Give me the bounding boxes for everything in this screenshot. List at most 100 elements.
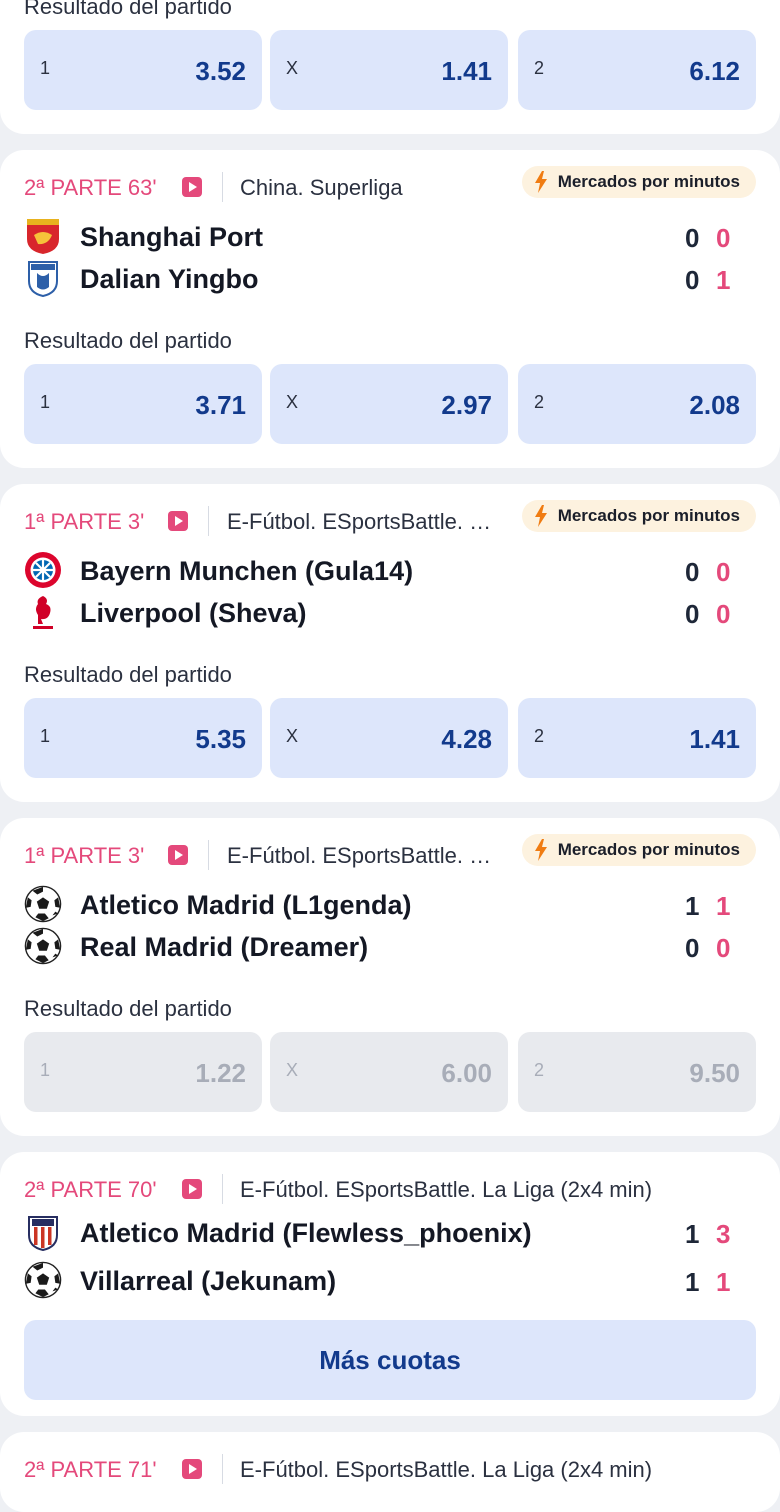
- divider: [222, 172, 223, 202]
- team-row: Atletico Madrid (L1genda) 1 1: [24, 884, 756, 924]
- odds-row: 1 3.52 X 1.41 2 6.12: [24, 30, 756, 110]
- match-period: 1ª PARTE 3': [24, 509, 145, 534]
- score-period: 1: [716, 891, 731, 921]
- odds-row: 1 3.71 X 2.97 2 2.08: [24, 364, 756, 444]
- play-live-icon[interactable]: [182, 1179, 202, 1199]
- team-row: Atletico Madrid (Flewless_phoenix) 1 3: [24, 1212, 756, 1252]
- odds-row: 1 5.35 X 4.28 2 1.41: [24, 698, 756, 778]
- team-name: Bayern Munchen (Gula14): [80, 556, 414, 586]
- odd-value: 4.28: [441, 724, 492, 754]
- score-period: 1: [716, 1267, 731, 1297]
- odd-value: 9.50: [689, 1058, 740, 1088]
- score-period: 0: [716, 599, 731, 629]
- league-name: E-Fútbol. ESportsBattle. …: [227, 843, 492, 868]
- odd-button-draw[interactable]: X 2.97: [270, 364, 508, 444]
- odd-button-draw[interactable]: X 1.41: [270, 30, 508, 110]
- bayern-crest: [25, 552, 61, 588]
- score-total: 1: [685, 1219, 700, 1249]
- odd-button-home[interactable]: 1 3.71: [24, 364, 262, 444]
- odd-label: 1: [40, 58, 51, 78]
- odd-button-home[interactable]: 1 5.35: [24, 698, 262, 778]
- league-name: China. Superliga: [240, 175, 403, 200]
- odd-button-away[interactable]: 2 6.12: [518, 30, 756, 110]
- team-name: Dalian Yingbo: [80, 264, 259, 294]
- odd-label: 2: [534, 392, 545, 412]
- market-label: Resultado del partido: [24, 662, 232, 687]
- team-name: Real Madrid (Dreamer): [80, 932, 369, 962]
- more-odds-button[interactable]: Más cuotas: [24, 1320, 756, 1400]
- lightning-icon: [534, 839, 548, 861]
- market-label: Resultado del partido: [24, 0, 232, 19]
- odd-value: 3.71: [195, 390, 246, 420]
- team-row: Villarreal (Jekunam) 1 1: [24, 1260, 756, 1300]
- team-name: Villarreal (Jekunam): [80, 1266, 337, 1296]
- soccer-ball-icon: [24, 1261, 62, 1299]
- team-row: Real Madrid (Dreamer) 0 0: [24, 926, 756, 966]
- play-live-icon[interactable]: [182, 1459, 202, 1479]
- score-total: 0: [685, 933, 700, 963]
- odd-button-home[interactable]: 1 3.52: [24, 30, 262, 110]
- minute-markets-badge[interactable]: Mercados por minutos: [521, 166, 756, 198]
- odd-value: 5.35: [195, 724, 246, 754]
- odds-row-disabled: 1 1.22 X 6.00 2 9.50: [24, 1032, 756, 1112]
- minute-markets-badge[interactable]: Mercados por minutos: [521, 834, 756, 866]
- team-name: Atletico Madrid (L1genda): [80, 890, 412, 920]
- odd-button-draw[interactable]: X 4.28: [270, 698, 508, 778]
- divider: [222, 1454, 223, 1484]
- match-card: Resultado del partido 1 3.52 X 1.41 2 6.…: [0, 0, 780, 134]
- badge-label: Mercados por minutos: [557, 840, 740, 859]
- lightning-icon: [534, 505, 548, 527]
- odd-value: 1.41: [689, 724, 740, 754]
- team-name: Atletico Madrid (Flewless_phoenix): [80, 1218, 532, 1248]
- market-label: Resultado del partido: [24, 328, 232, 353]
- match-header: 2ª PARTE 71' E-Fútbol. ESportsBattle. La…: [24, 1454, 756, 1484]
- match-header: 1ª PARTE 3' E-Fútbol. ESportsBattle. … M…: [24, 834, 756, 870]
- score-period: 0: [716, 933, 731, 963]
- odd-button-away[interactable]: 2 1.41: [518, 698, 756, 778]
- match-header: 2ª PARTE 63' China. Superliga Mercados p…: [24, 166, 756, 202]
- lightning-icon: [534, 171, 548, 193]
- play-live-icon[interactable]: [182, 177, 202, 197]
- score-total: 0: [685, 557, 700, 587]
- team-row: Liverpool (Sheva) 0 0: [24, 592, 756, 632]
- league-name: E-Fútbol. ESportsBattle. …: [227, 509, 492, 534]
- odd-value: 1.41: [441, 56, 492, 86]
- odd-label: 1: [40, 392, 51, 412]
- play-live-icon[interactable]: [168, 511, 188, 531]
- team-row: Dalian Yingbo 0 1: [24, 258, 756, 298]
- odd-value: 1.22: [195, 1058, 246, 1088]
- odd-value: 6.00: [441, 1058, 492, 1088]
- odd-label: X: [286, 1060, 299, 1080]
- odd-button-home: 1 1.22: [24, 1032, 262, 1112]
- match-card[interactable]: 1ª PARTE 3' E-Fútbol. ESportsBattle. … M…: [0, 484, 780, 802]
- score-total: 0: [685, 223, 700, 253]
- match-card[interactable]: 1ª PARTE 3' E-Fútbol. ESportsBattle. … M…: [0, 818, 780, 1136]
- match-header: 2ª PARTE 70' E-Fútbol. ESportsBattle. La…: [24, 1174, 756, 1204]
- match-period: 2ª PARTE 63': [24, 175, 157, 200]
- soccer-ball-icon: [24, 927, 62, 965]
- odd-button-away: 2 9.50: [518, 1032, 756, 1112]
- score-period: 3: [716, 1219, 731, 1249]
- atletico-crest: [28, 1216, 58, 1251]
- liverpool-crest: [33, 596, 53, 629]
- odd-value: 6.12: [689, 56, 740, 86]
- score-total: 0: [685, 265, 700, 295]
- match-card[interactable]: 2ª PARTE 71' E-Fútbol. ESportsBattle. La…: [0, 1432, 780, 1512]
- match-period: 2ª PARTE 71': [24, 1457, 157, 1482]
- team-name: Shanghai Port: [80, 222, 264, 252]
- divider: [222, 1174, 223, 1204]
- team-name: Liverpool (Sheva): [80, 598, 307, 628]
- match-period: 1ª PARTE 3': [24, 843, 145, 868]
- shanghai-port-crest: [27, 219, 59, 254]
- minute-markets-badge[interactable]: Mercados por minutos: [521, 500, 756, 532]
- odd-button-away[interactable]: 2 2.08: [518, 364, 756, 444]
- badge-label: Mercados por minutos: [557, 506, 740, 525]
- odd-label: 2: [534, 726, 545, 746]
- team-row: Bayern Munchen (Gula14) 0 0: [24, 550, 756, 590]
- play-live-icon[interactable]: [168, 845, 188, 865]
- odd-value: 3.52: [195, 56, 246, 86]
- score-period: 1: [716, 265, 731, 295]
- match-card[interactable]: 2ª PARTE 63' China. Superliga Mercados p…: [0, 150, 780, 468]
- match-card[interactable]: 2ª PARTE 70' E-Fútbol. ESportsBattle. La…: [0, 1152, 780, 1416]
- score-period: 0: [716, 557, 731, 587]
